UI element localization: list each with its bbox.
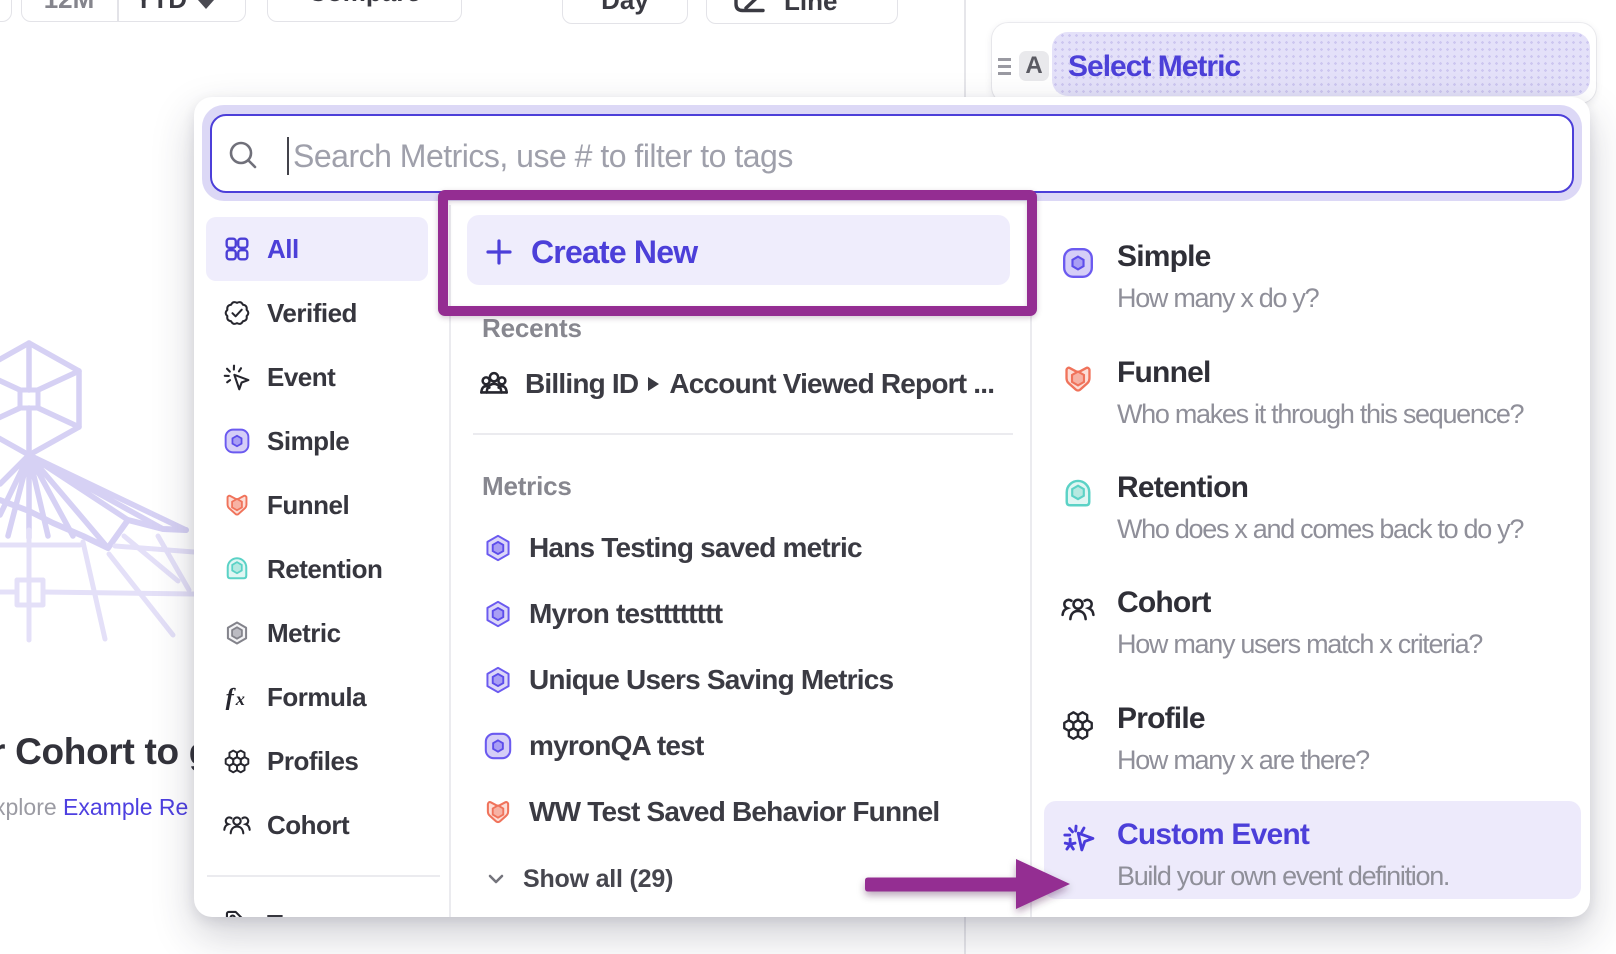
svg-text:x: x [235,689,245,709]
